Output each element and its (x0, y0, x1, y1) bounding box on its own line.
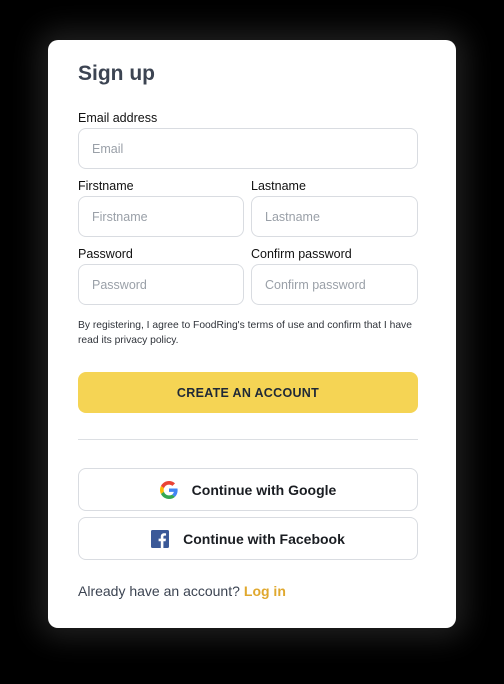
password-field[interactable] (78, 264, 244, 305)
firstname-label: Firstname (78, 179, 134, 193)
continue-with-google-button[interactable]: Continue with Google (78, 468, 418, 511)
facebook-button-label: Continue with Facebook (183, 530, 345, 547)
lastname-field[interactable] (251, 196, 418, 237)
confirm-password-field[interactable] (251, 264, 418, 305)
firstname-field[interactable] (78, 196, 244, 237)
password-label: Password (78, 247, 133, 261)
google-icon (159, 480, 178, 499)
terms-text: By registering, I agree to FoodRing's te… (78, 320, 412, 346)
divider (78, 439, 418, 440)
google-button-label: Continue with Google (191, 481, 337, 498)
email-label: Email address (78, 111, 158, 125)
create-account-button[interactable]: CREATE AN ACCOUNT (78, 372, 418, 413)
lastname-label: Lastname (251, 179, 306, 193)
email-field[interactable] (78, 128, 418, 169)
page-title: Sign up (78, 62, 155, 85)
login-prompt-text: Already have an account? (78, 583, 240, 599)
signup-card: Sign up Email address Firstname Lastname… (48, 40, 456, 628)
continue-with-facebook-button[interactable]: Continue with Facebook (78, 517, 418, 560)
login-prompt: Already have an account? Log in (78, 583, 286, 599)
facebook-icon (151, 529, 170, 548)
login-link[interactable]: Log in (244, 583, 286, 599)
confirm-password-label: Confirm password (251, 247, 352, 261)
